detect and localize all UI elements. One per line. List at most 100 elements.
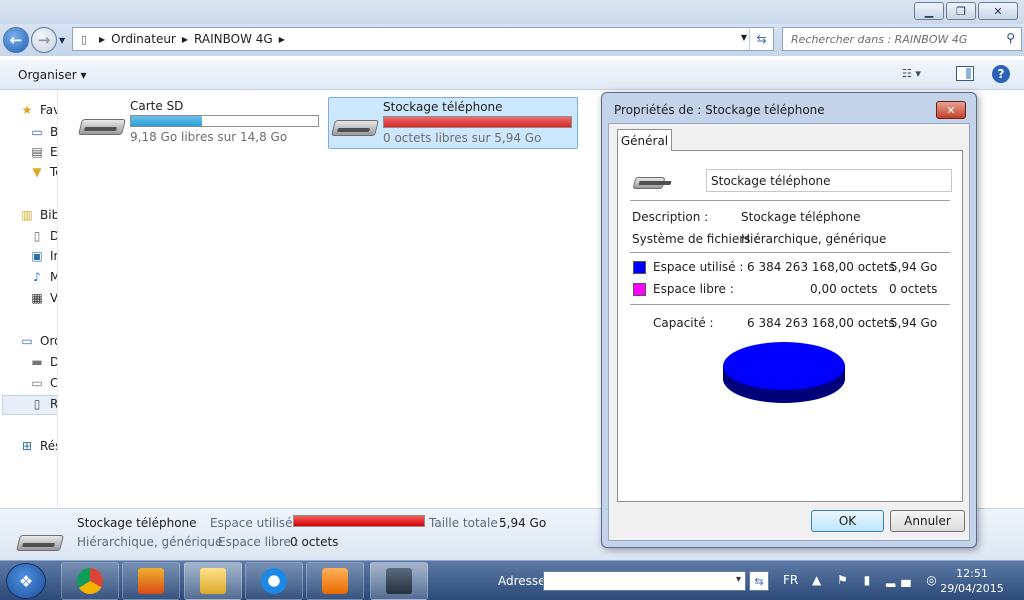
network-icon: ⊞ — [21, 439, 33, 453]
free-space-bytes: 0,00 octets — [810, 282, 878, 296]
taskbar-explorer[interactable] — [184, 562, 242, 600]
navigation-pane: ★ Favoris ▭ Bureau ▤ Emplacements récents ▼… — [0, 91, 58, 508]
navpane-item-libraries[interactable]: ▥ Bibliothèques — [20, 206, 58, 224]
filesystem-value: Hiérarchique, générique — [741, 232, 887, 246]
maximize-button[interactable]: ❐ — [946, 2, 976, 20]
drive-icon — [632, 175, 668, 195]
taskbar-media[interactable] — [306, 562, 364, 600]
desktop-icon: ▭ — [31, 125, 43, 139]
clock[interactable]: 12:51 29/04/2015 — [932, 566, 1012, 596]
capacity-label: Capacité : — [653, 316, 714, 330]
drive-icon — [16, 529, 64, 553]
address-bar[interactable]: ▯ ▶ Ordinateur ▶ RAINBOW 4G ▶ ▼ ⇆ — [72, 27, 774, 51]
address-toolbar-input[interactable] — [543, 571, 746, 591]
navpane-item-desktop[interactable]: ▭ Bureau — [30, 123, 57, 141]
properties-dialog: Propriétés de : Stockage téléphone ✕ Gén… — [601, 92, 977, 548]
taskbar: ❖ Adresse ⇆ FR ▲ ⚑ ▮ ▂▄ ◎ 12:51 29/04/20… — [0, 560, 1024, 600]
divider — [630, 252, 950, 253]
free-space-size: 0 octets — [889, 282, 938, 296]
music-icon: ♪ — [33, 270, 41, 284]
dialog-body: Général Stockage téléphone Description :… — [608, 123, 970, 541]
drive-sd-card[interactable]: Carte SD 9,18 Go libres sur 14,8 Go — [78, 99, 319, 144]
back-button[interactable]: ← — [3, 27, 29, 53]
tab-general[interactable]: Général — [617, 129, 672, 151]
divider — [630, 304, 950, 305]
chevron-right-icon[interactable]: ▶ — [182, 35, 188, 44]
details-free-value: 0 octets — [290, 535, 339, 549]
navpane-label: Musique — [50, 270, 57, 284]
navpane-item-documents[interactable]: ▯ Documents — [30, 227, 57, 245]
divider — [630, 200, 950, 201]
search-input[interactable]: Rechercher dans : RAINBOW 4G ⚲ — [782, 27, 1022, 51]
clock-date: 29/04/2015 — [940, 582, 1004, 595]
description-label: Description : — [632, 210, 709, 224]
breadcrumb-device[interactable]: RAINBOW 4G — [194, 32, 273, 46]
navpane-item-local-disk[interactable]: ▬ Disque local — [30, 353, 57, 371]
navpane-item-videos[interactable]: ▦ Vidéos — [30, 289, 57, 307]
refresh-button[interactable]: ⇆ — [749, 28, 773, 50]
capacity-size: 5,94 Go — [890, 316, 938, 330]
drive-name-field[interactable]: Stockage téléphone — [706, 169, 952, 192]
navpane-label: Emplacements récents — [50, 145, 58, 159]
details-total-value: 5,94 Go — [499, 516, 547, 530]
recent-pages-dropdown[interactable]: ▼ — [59, 36, 65, 45]
navpane-label: Bibliothèques — [40, 208, 58, 222]
organise-menu[interactable]: Organiser ▾ — [18, 68, 86, 82]
recent-places-icon: ▤ — [31, 145, 43, 159]
computer-icon: ▭ — [21, 334, 33, 348]
chrome-icon — [77, 568, 103, 594]
navpane-item-favorites[interactable]: ★ Favoris — [20, 101, 57, 119]
cancel-button[interactable]: Annuler — [890, 510, 965, 532]
change-view-button[interactable]: ☷ ▾ — [902, 67, 932, 80]
navpane-item-downloads[interactable]: ▼ Téléchargements — [30, 163, 57, 181]
used-space-bytes: 6 384 263 168,00 octets — [747, 260, 895, 274]
taskbar-ie[interactable] — [245, 562, 303, 600]
free-space-swatch — [633, 283, 646, 296]
taskbar-chrome[interactable] — [61, 562, 119, 600]
chevron-right-icon[interactable]: ▶ — [99, 35, 105, 44]
taskbar-monitor[interactable] — [370, 562, 428, 600]
preview-pane-button[interactable] — [956, 66, 974, 81]
clock-time: 12:51 — [956, 567, 988, 580]
navpane-item-sd-card[interactable]: ▭ Carte SD — [30, 374, 57, 392]
taskbar-app[interactable] — [122, 562, 180, 600]
ok-button[interactable]: OK — [811, 510, 884, 532]
forward-button[interactable]: → — [31, 27, 57, 53]
used-space-label: Espace utilisé : — [653, 260, 744, 274]
drive-phone-storage[interactable]: Stockage téléphone 0 octets libres sur 5… — [328, 97, 578, 149]
navpane-item-music[interactable]: ♪ Musique — [30, 268, 57, 286]
start-button[interactable]: ❖ — [6, 563, 46, 599]
dialog-title: Propriétés de : Stockage téléphone — [614, 103, 825, 117]
navpane-label: Images — [50, 249, 57, 263]
navpane-item-network[interactable]: ⊞ Réseau — [20, 437, 57, 455]
navpane-item-phone[interactable]: ▯ RAINBOW 4G — [30, 395, 58, 413]
drive-usage-fill — [131, 116, 203, 126]
system-tray[interactable]: ▲ ⚑ ▮ ▂▄ ◎ — [812, 573, 943, 587]
pictures-icon: ▣ — [31, 249, 43, 263]
navpane-item-pictures[interactable]: ▣ Images — [30, 247, 57, 265]
navpane-label: Téléchargements — [50, 165, 57, 179]
navpane-item-computer[interactable]: ▭ Ordinateur — [20, 332, 57, 350]
documents-icon: ▯ — [33, 229, 41, 243]
free-space-label: Espace libre : — [653, 282, 734, 296]
help-button[interactable]: ? — [992, 65, 1010, 83]
breadcrumb-computer[interactable]: Ordinateur — [111, 32, 176, 46]
language-indicator[interactable]: FR — [783, 573, 798, 587]
navpane-item-recent[interactable]: ▤ Emplacements récents — [30, 143, 58, 161]
search-icon[interactable]: ⚲ — [1006, 31, 1015, 45]
minimize-button[interactable]: ▁ — [914, 2, 944, 20]
drive-icon — [78, 113, 126, 137]
navpane-label: Ordinateur — [40, 334, 57, 348]
description-value: Stockage téléphone — [741, 210, 861, 224]
libraries-icon: ▥ — [21, 208, 33, 222]
address-toolbar-go[interactable]: ⇆ — [749, 571, 769, 591]
address-dropdown-icon[interactable]: ▼ — [741, 33, 747, 42]
arrow-left-icon: ← — [9, 31, 23, 49]
downloads-icon: ▼ — [32, 165, 42, 179]
close-button[interactable]: ✕ — [978, 2, 1018, 20]
folder-icon — [200, 568, 226, 594]
capacity-bytes: 6 384 263 168,00 octets — [747, 316, 895, 330]
dialog-close-button[interactable]: ✕ — [936, 101, 966, 119]
chevron-right-icon[interactable]: ▶ — [279, 35, 285, 44]
navpane-label: RAINBOW 4G — [50, 397, 58, 411]
